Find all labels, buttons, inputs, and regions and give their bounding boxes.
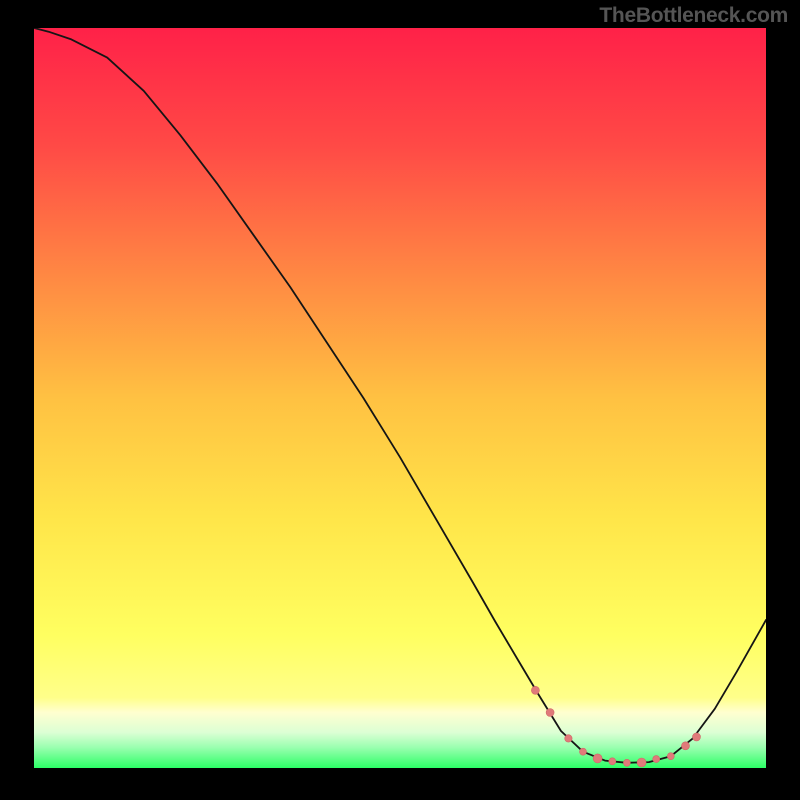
heat-gradient-bg: [34, 28, 766, 768]
sweet-spot-point: [593, 754, 602, 763]
sweet-spot-point: [693, 733, 701, 741]
page-root: TheBottleneck.com: [0, 0, 800, 800]
sweet-spot-point: [531, 686, 539, 694]
sweet-spot-point: [565, 735, 572, 742]
chart-svg: [34, 28, 766, 768]
sweet-spot-point: [623, 759, 630, 766]
sweet-spot-point: [609, 758, 616, 765]
sweet-spot-point: [653, 756, 660, 763]
sweet-spot-point: [580, 748, 587, 755]
sweet-spot-point: [682, 742, 690, 750]
sweet-spot-point: [637, 758, 646, 767]
attribution-text: TheBottleneck.com: [599, 4, 788, 28]
chart-container: [34, 28, 766, 768]
sweet-spot-point: [667, 753, 674, 760]
sweet-spot-point: [546, 709, 554, 717]
